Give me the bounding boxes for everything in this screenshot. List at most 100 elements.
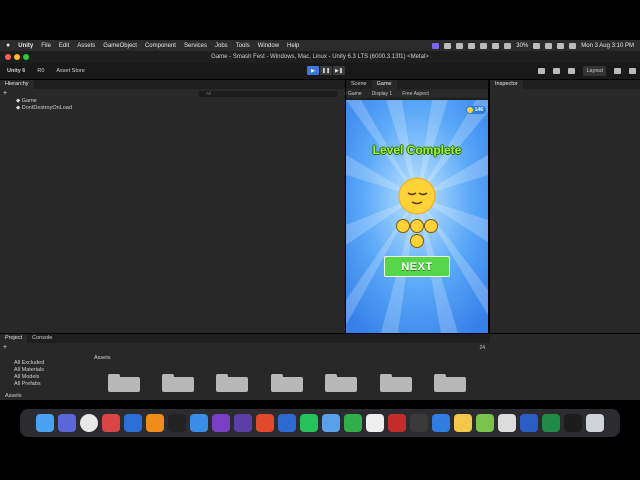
apple-icon[interactable]: ● bbox=[6, 42, 10, 49]
tab-scene[interactable]: Scene bbox=[346, 80, 372, 89]
search-icon[interactable] bbox=[557, 42, 565, 49]
search-icon[interactable] bbox=[568, 68, 576, 74]
app-icon[interactable] bbox=[410, 414, 428, 432]
menu-gameobject[interactable]: GameObject bbox=[103, 43, 137, 49]
hierarchy-toolbar: + All bbox=[0, 89, 345, 98]
history-icon[interactable] bbox=[553, 68, 561, 74]
app-icon[interactable] bbox=[454, 414, 472, 432]
status-icon[interactable] bbox=[504, 42, 512, 49]
menu-assets[interactable]: Assets bbox=[77, 43, 95, 49]
app-icon[interactable] bbox=[498, 414, 516, 432]
filter-all-prefabs[interactable]: All Prefabs bbox=[14, 381, 84, 388]
status-icon[interactable] bbox=[492, 42, 500, 49]
app-icon[interactable] bbox=[102, 414, 120, 432]
folder-icon[interactable] bbox=[108, 374, 140, 392]
control-center-icon[interactable] bbox=[569, 42, 577, 49]
play-button[interactable]: ▶ bbox=[307, 66, 319, 75]
menu-component[interactable]: Component bbox=[145, 43, 176, 49]
hierarchy-search-input[interactable]: All bbox=[198, 91, 338, 97]
maximize-window-icon[interactable] bbox=[23, 54, 29, 60]
mp3-icon[interactable] bbox=[278, 414, 296, 432]
add-icon[interactable]: + bbox=[3, 344, 7, 351]
scene-icon: ◆ bbox=[16, 98, 21, 104]
folder-icon[interactable] bbox=[271, 374, 303, 392]
view-mode-dropdown[interactable]: R0 bbox=[34, 66, 47, 76]
clock[interactable]: Mon 3 Aug 3:10 PM bbox=[581, 43, 634, 49]
hierarchy-item-label: DontDestroyOnLoad bbox=[21, 105, 72, 111]
filter-all-models[interactable]: All Models bbox=[14, 374, 84, 381]
folder-icon[interactable] bbox=[380, 374, 412, 392]
pause-button[interactable]: ❚❚ bbox=[320, 66, 332, 75]
wifi-icon[interactable] bbox=[545, 42, 553, 49]
folder-icon[interactable] bbox=[325, 374, 357, 392]
tab-game[interactable]: Game bbox=[371, 80, 397, 89]
step-button[interactable]: ▶❚ bbox=[333, 66, 345, 75]
trash-icon[interactable] bbox=[586, 414, 604, 432]
game-mode-dropdown[interactable]: Game bbox=[348, 91, 362, 97]
tab-console[interactable]: Console bbox=[27, 334, 57, 343]
status-icon[interactable] bbox=[468, 42, 476, 49]
whatsapp-icon[interactable] bbox=[300, 414, 318, 432]
coin-counter: 146 bbox=[465, 106, 486, 114]
word-icon[interactable] bbox=[520, 414, 538, 432]
game-view[interactable]: 146 Level Complete NEXT bbox=[346, 100, 488, 333]
menu-window[interactable]: Window bbox=[258, 43, 279, 49]
visual-studio-code-icon[interactable] bbox=[234, 414, 252, 432]
status-icon[interactable] bbox=[480, 42, 488, 49]
tab-hierarchy[interactable]: Hierarchy bbox=[0, 80, 34, 89]
folder-icon[interactable] bbox=[162, 374, 194, 392]
cloud-icon[interactable] bbox=[538, 68, 546, 74]
visual-studio-icon[interactable] bbox=[212, 414, 230, 432]
help-icon[interactable] bbox=[614, 68, 621, 74]
close-window-icon[interactable] bbox=[5, 54, 11, 60]
app-icon[interactable] bbox=[366, 414, 384, 432]
menu-services[interactable]: Services bbox=[184, 43, 207, 49]
app-icon[interactable] bbox=[388, 414, 406, 432]
hierarchy-item-game[interactable]: ◆ Game bbox=[0, 98, 345, 105]
status-icon[interactable] bbox=[456, 42, 464, 49]
menu-file[interactable]: File bbox=[41, 43, 51, 49]
safari-icon[interactable] bbox=[190, 414, 208, 432]
display-dropdown[interactable]: Display 1 bbox=[372, 91, 393, 97]
settings-icon[interactable] bbox=[629, 68, 636, 74]
assets-tree-item[interactable]: Assets bbox=[5, 393, 22, 400]
aspect-dropdown[interactable]: Free Aspect bbox=[402, 91, 429, 97]
tab-inspector[interactable]: Inspector bbox=[490, 80, 523, 89]
excel-icon[interactable] bbox=[542, 414, 560, 432]
menu-tools[interactable]: Tools bbox=[236, 43, 250, 49]
folder-icon[interactable] bbox=[216, 374, 248, 392]
app-icon[interactable] bbox=[432, 414, 450, 432]
account-button[interactable]: Unity 6 bbox=[4, 66, 28, 76]
menu-jobs[interactable]: Jobs bbox=[215, 43, 228, 49]
launchpad-icon[interactable] bbox=[58, 414, 76, 432]
finder-icon[interactable] bbox=[36, 414, 54, 432]
folder-icon[interactable] bbox=[434, 374, 466, 392]
unity-icon[interactable] bbox=[564, 414, 582, 432]
status-icon[interactable] bbox=[444, 42, 452, 49]
next-button[interactable]: NEXT bbox=[384, 256, 450, 277]
screen-record-icon[interactable] bbox=[432, 42, 440, 49]
tab-project[interactable]: Project bbox=[0, 334, 28, 343]
menu-edit[interactable]: Edit bbox=[59, 43, 69, 49]
add-icon[interactable]: + bbox=[3, 90, 7, 97]
chrome-icon[interactable] bbox=[80, 414, 98, 432]
terminal-icon[interactable] bbox=[168, 414, 186, 432]
hierarchy-panel: Hierarchy + All ◆ Game ◆ DontDestroyOnLo… bbox=[0, 80, 345, 333]
menu-app-name[interactable]: Unity bbox=[18, 43, 33, 49]
layout-dropdown[interactable]: Layout bbox=[583, 66, 606, 76]
asset-store-button[interactable]: Asset Store bbox=[53, 66, 87, 76]
app-icon[interactable] bbox=[344, 414, 362, 432]
menu-help[interactable]: Help bbox=[287, 43, 299, 49]
filter-all-excluded[interactable]: All Excluded bbox=[14, 360, 84, 367]
app-icon[interactable] bbox=[256, 414, 274, 432]
word-icon[interactable] bbox=[124, 414, 142, 432]
letterbox-top bbox=[0, 0, 640, 40]
app-icon[interactable] bbox=[476, 414, 494, 432]
app-icon[interactable] bbox=[322, 414, 340, 432]
hierarchy-item-dontdestroyonload[interactable]: ◆ DontDestroyOnLoad bbox=[0, 105, 345, 112]
blender-icon[interactable] bbox=[146, 414, 164, 432]
battery-icon[interactable] bbox=[533, 42, 541, 49]
project-tabbar: Project Console bbox=[0, 334, 490, 343]
filter-all-materials[interactable]: All Materials bbox=[14, 367, 84, 374]
minimize-window-icon[interactable] bbox=[14, 54, 20, 60]
